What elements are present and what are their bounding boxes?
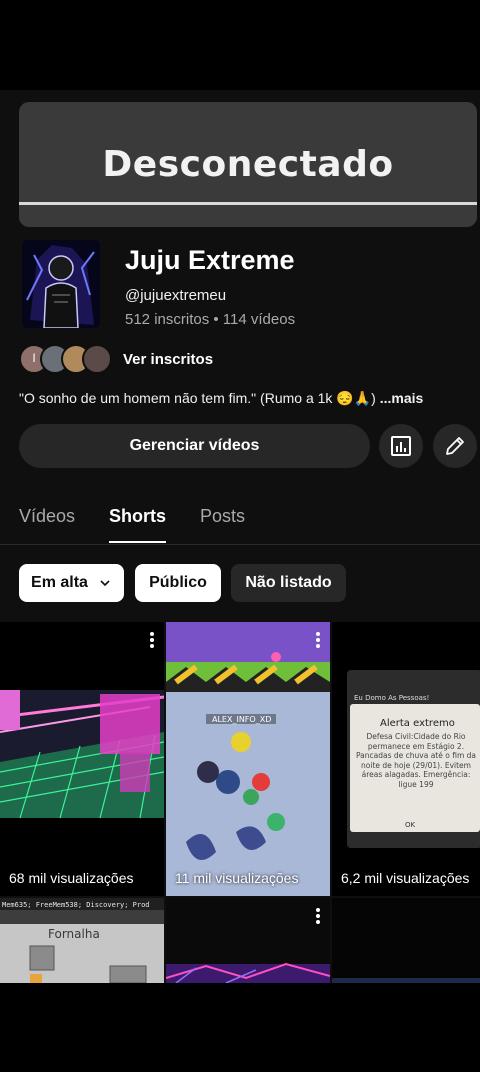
analytics-icon bbox=[391, 436, 411, 456]
see-subscribers-link[interactable]: Ver inscritos bbox=[123, 351, 213, 368]
short-4-image: Mem635; FreeMem538; Discovery; Prod Forn… bbox=[0, 898, 164, 983]
channel-banner: Desconectado bbox=[19, 102, 477, 227]
short-2-image: ALEX_INFO_XD bbox=[166, 622, 330, 896]
alert-body: Defesa Civil:Cidade do Rio permanece em … bbox=[356, 732, 476, 789]
short-views: 68 mil visualizações bbox=[9, 870, 134, 886]
channel-name: Juju Extreme bbox=[125, 245, 295, 275]
short-5-image bbox=[166, 898, 330, 983]
banner-divider bbox=[19, 202, 477, 205]
short-1-image bbox=[0, 622, 164, 896]
short-menu-icon[interactable] bbox=[150, 632, 154, 650]
short-thumbnail-1[interactable]: 68 mil visualizações bbox=[0, 622, 164, 896]
short-views: 6,2 mil visualizações bbox=[341, 870, 470, 886]
edit-channel-button[interactable] bbox=[433, 424, 477, 468]
bio-text: "O sonho de um homem não tem fim." (Rumo… bbox=[19, 390, 376, 406]
short-menu-icon[interactable] bbox=[316, 908, 320, 926]
channel-tabs: Vídeos Shorts Posts bbox=[0, 498, 480, 545]
chevron-down-icon bbox=[100, 580, 110, 587]
channel-stats: 512 inscritos • 114 vídeos bbox=[125, 311, 296, 328]
tab-shorts[interactable]: Shorts bbox=[109, 506, 166, 527]
alert-title: Alerta extremo bbox=[380, 718, 455, 729]
short-thumbnail-5[interactable] bbox=[166, 898, 330, 983]
filter-unlisted-chip[interactable]: Não listado bbox=[231, 564, 346, 602]
filter-public-chip[interactable]: Público bbox=[135, 564, 221, 602]
short-views: 11 mil visualizações bbox=[175, 870, 299, 886]
analytics-button[interactable] bbox=[379, 424, 423, 468]
bio-more-link[interactable]: ...mais bbox=[380, 390, 424, 406]
channel-avatar[interactable] bbox=[22, 240, 100, 328]
game-debug-bar: Mem635; FreeMem538; Discovery; Prod bbox=[2, 901, 150, 909]
tab-videos[interactable]: Vídeos bbox=[19, 506, 75, 527]
tab-posts[interactable]: Posts bbox=[200, 506, 245, 527]
banner-text: Desconectado bbox=[102, 144, 394, 185]
short-6-image bbox=[332, 898, 480, 983]
short-3-image: Eu Domo As Pessoas! Alerta extremo Defes… bbox=[332, 622, 480, 896]
filter-trending-dropdown[interactable]: Em alta bbox=[19, 564, 124, 602]
short-thumbnail-3[interactable]: Eu Domo As Pessoas! Alerta extremo Defes… bbox=[332, 622, 480, 896]
short-thumbnail-4[interactable]: Mem635; FreeMem538; Discovery; Prod Forn… bbox=[0, 898, 164, 983]
short-thumbnail-2[interactable]: ALEX_INFO_XD 11 mil visualizações bbox=[166, 622, 330, 896]
subscriber-avatar bbox=[82, 344, 112, 374]
short-menu-icon[interactable] bbox=[316, 632, 320, 650]
alert-ok: OK bbox=[405, 821, 416, 829]
short-thumbnail-6[interactable] bbox=[332, 898, 480, 983]
player-name-tag: ALEX_INFO_XD bbox=[212, 715, 271, 724]
channel-page: Desconectado Juju Extreme @jujuextremeu … bbox=[0, 90, 480, 983]
channel-bio[interactable]: "O sonho de um homem não tem fim." (Rumo… bbox=[19, 390, 423, 407]
alert-header: Eu Domo As Pessoas! bbox=[354, 694, 429, 702]
avatar-image bbox=[22, 240, 100, 328]
pencil-icon bbox=[446, 437, 464, 455]
active-tab-indicator bbox=[109, 541, 166, 543]
channel-handle: @jujuextremeu bbox=[125, 287, 227, 304]
filter-trending-label: Em alta bbox=[31, 574, 88, 591]
subscribers-row[interactable]: I Ver inscritos bbox=[19, 344, 213, 374]
furnace-label: Fornalha bbox=[48, 927, 100, 941]
manage-videos-button[interactable]: Gerenciar vídeos bbox=[19, 424, 370, 468]
